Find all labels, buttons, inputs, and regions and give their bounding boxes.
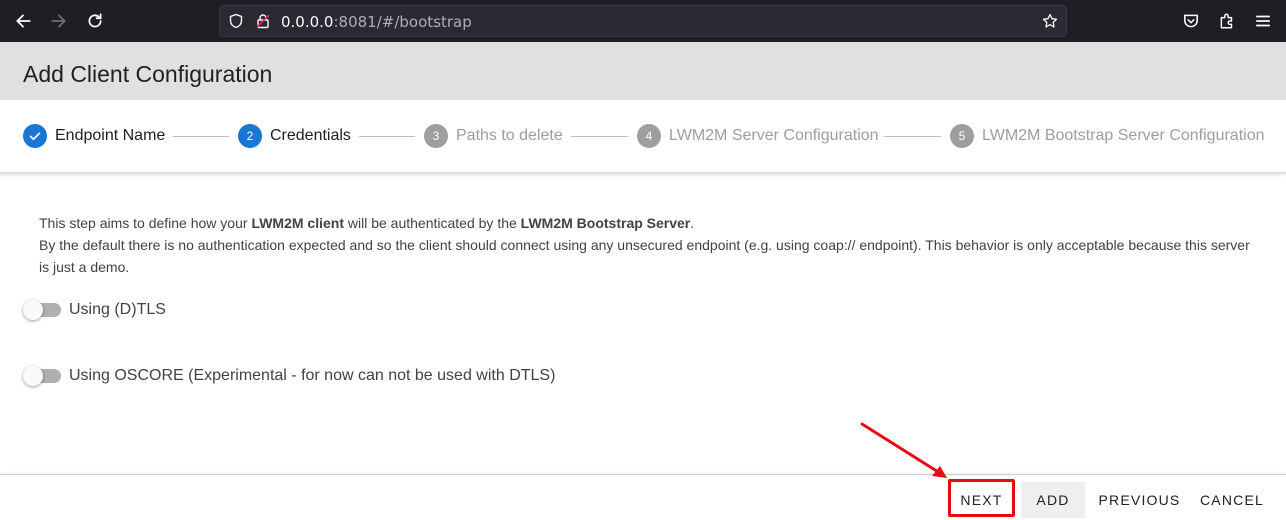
step-label: LWM2M Bootstrap Server Configuration xyxy=(982,127,1265,144)
step-label: Credentials xyxy=(270,127,351,144)
bookmark-star-icon[interactable] xyxy=(1042,13,1058,29)
step-connector xyxy=(359,136,415,137)
step-connector xyxy=(571,136,628,137)
url-text[interactable]: 0.0.0.0:8081/#/bootstrap xyxy=(281,13,472,31)
oscore-toggle-row[interactable]: Using OSCORE (Experimental - for now can… xyxy=(23,366,555,386)
annotation-highlight-box xyxy=(948,479,1015,517)
description-text: This step aims to define how your xyxy=(39,215,252,231)
step-label: LWM2M Server Configuration xyxy=(669,127,879,144)
oscore-switch[interactable] xyxy=(23,366,61,386)
page-title: Add Client Configuration xyxy=(23,61,273,87)
step-number: 4 xyxy=(637,124,661,148)
dtls-switch[interactable] xyxy=(23,300,61,320)
step-lwm2m-bootstrap-server-configuration[interactable]: 5 LWM2M Bootstrap Server Configuration xyxy=(950,124,1264,148)
step-label: Paths to delete xyxy=(456,127,563,144)
description-bold: LWM2M Bootstrap Server xyxy=(520,215,691,231)
extensions-icon[interactable] xyxy=(1215,9,1239,33)
previous-button[interactable]: PREVIOUS xyxy=(1092,482,1187,518)
step-label: Endpoint Name xyxy=(55,127,166,144)
step-paths-to-delete[interactable]: 3 Paths to delete xyxy=(424,124,563,148)
shield-icon[interactable] xyxy=(228,13,244,29)
reload-icon[interactable] xyxy=(83,9,107,33)
step-credentials[interactable]: 2 Credentials xyxy=(238,124,351,148)
dialog-title-bar: Add Client Configuration xyxy=(0,42,1286,100)
description-text: will be authenticated by the xyxy=(344,215,521,231)
add-button[interactable]: ADD xyxy=(1021,482,1085,518)
browser-toolbar: 0.0.0.0:8081/#/bootstrap xyxy=(0,0,1286,42)
step-endpoint-name[interactable]: Endpoint Name xyxy=(23,124,165,148)
pocket-icon[interactable] xyxy=(1179,9,1203,33)
description-text: By the default there is no authenticatio… xyxy=(39,237,1250,275)
annotation-arrow-icon xyxy=(860,422,947,478)
menu-icon[interactable] xyxy=(1251,9,1275,33)
step-description: This step aims to define how your LWM2M … xyxy=(39,212,1259,278)
step-connector xyxy=(173,136,229,137)
insecure-lock-icon[interactable] xyxy=(255,13,271,29)
dtls-toggle-label: Using (D)TLS xyxy=(69,301,166,318)
description-text: . xyxy=(690,215,695,231)
description-bold: LWM2M client xyxy=(251,215,344,231)
step-connector xyxy=(884,136,941,137)
step-lwm2m-server-configuration[interactable]: 4 LWM2M Server Configuration xyxy=(637,124,879,148)
url-path: :8081/#/bootstrap xyxy=(333,13,472,31)
step-number: 3 xyxy=(424,124,448,148)
step-number: 5 xyxy=(950,124,974,148)
switch-thumb[interactable] xyxy=(23,366,43,386)
check-icon xyxy=(23,124,47,148)
url-host: 0.0.0.0 xyxy=(281,13,334,31)
back-icon[interactable] xyxy=(11,9,35,33)
switch-thumb[interactable] xyxy=(23,300,43,320)
cancel-button[interactable]: CANCEL xyxy=(1192,482,1272,518)
address-bar[interactable]: 0.0.0.0:8081/#/bootstrap xyxy=(219,5,1067,37)
step-number: 2 xyxy=(238,124,262,148)
stepper: Endpoint Name 2 Credentials 3 Paths to d… xyxy=(0,100,1286,173)
forward-icon[interactable] xyxy=(47,9,71,33)
oscore-toggle-label: Using OSCORE (Experimental - for now can… xyxy=(69,367,556,384)
footer-divider xyxy=(0,474,1286,475)
dtls-toggle-row[interactable]: Using (D)TLS xyxy=(23,300,166,320)
